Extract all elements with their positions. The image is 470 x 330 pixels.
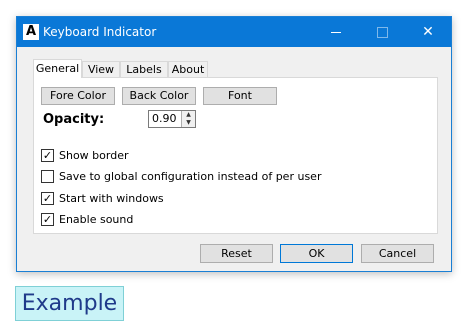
minimize-icon	[331, 31, 341, 33]
font-button[interactable]: Font	[203, 87, 277, 105]
tab-view[interactable]: View	[82, 61, 120, 77]
show-border-label: Show border	[59, 149, 129, 162]
global-config-checkbox[interactable]	[41, 170, 54, 183]
opacity-label: Opacity:	[43, 112, 105, 127]
back-color-button[interactable]: Back Color	[122, 87, 196, 105]
maximize-button	[359, 17, 405, 47]
opacity-value[interactable]: 0.90	[152, 112, 177, 126]
fore-color-button[interactable]: Fore Color	[41, 87, 115, 105]
spin-down-icon[interactable]: ▼	[182, 119, 195, 127]
tab-labels[interactable]: Labels	[120, 61, 168, 77]
start-with-windows-checkbox[interactable]: ✓	[41, 192, 54, 205]
close-icon: ✕	[422, 24, 434, 40]
example-caption: Example	[15, 286, 124, 321]
cancel-button[interactable]: Cancel	[361, 244, 434, 263]
start-with-windows-label: Start with windows	[59, 192, 164, 205]
enable-sound-label: Enable sound	[59, 213, 134, 226]
enable-sound-checkbox[interactable]: ✓	[41, 213, 54, 226]
title-bar[interactable]: A Keyboard Indicator ✕	[17, 17, 451, 47]
opacity-spin-buttons: ▲ ▼	[181, 111, 195, 127]
close-button[interactable]: ✕	[405, 17, 451, 47]
ok-button[interactable]: OK	[280, 244, 353, 263]
global-config-label: Save to global configuration instead of …	[59, 170, 322, 183]
keyboard-indicator-window: A Keyboard Indicator ✕ General View Labe…	[16, 16, 452, 272]
tab-about[interactable]: About	[168, 61, 208, 77]
maximize-icon	[376, 26, 388, 38]
tab-general[interactable]: General	[33, 59, 82, 78]
minimize-button[interactable]	[313, 17, 359, 47]
opacity-stepper[interactable]: 0.90 ▲ ▼	[148, 110, 196, 128]
show-border-checkbox[interactable]: ✓	[41, 149, 54, 162]
keyboard-indicator-app-icon: A	[23, 24, 39, 40]
reset-button[interactable]: Reset	[200, 244, 273, 263]
window-title: Keyboard Indicator	[43, 25, 157, 39]
